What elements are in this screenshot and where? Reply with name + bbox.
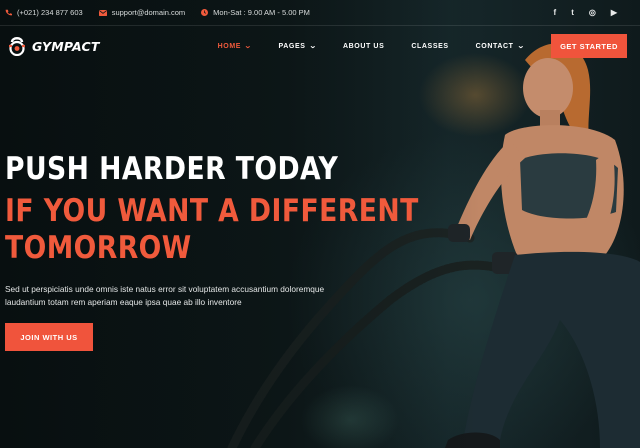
envelope-icon [98,9,107,16]
hours-info: Mon-Sat : 9.00 AM - 5.00 PM [201,8,310,17]
nav-item-home[interactable]: HOME ⌄ [217,42,253,51]
instagram-icon[interactable]: ◎ [589,8,596,17]
brand-logo[interactable]: GYMPACT [6,36,100,56]
chevron-down-icon: ⌄ [308,43,317,50]
clock-icon [201,9,209,16]
main-navigation: GYMPACT HOME ⌄ PAGES ⌄ ABOUT US CLASSES … [0,26,640,66]
nav-item-label: ABOUT US [343,42,385,50]
twitter-icon[interactable]: t [571,8,574,17]
nav-item-pages[interactable]: PAGES ⌄ [278,42,317,51]
nav-item-contact[interactable]: CONTACT ⌄ [475,42,525,51]
nav-item-label: PAGES [278,42,306,50]
nav-item-about-us[interactable]: ABOUT US [343,43,384,50]
get-started-button[interactable]: GET STARTED [551,34,627,58]
hero-description: Sed ut perspiciatis unde omnis iste natu… [5,284,325,307]
nav-menu: HOME ⌄ PAGES ⌄ ABOUT US CLASSES CONTACT … [218,34,634,58]
hours-text: Mon-Sat : 9.00 AM - 5.00 PM [213,8,310,17]
email-text: support@domain.com [111,8,186,17]
chevron-down-icon: ⌄ [516,43,525,50]
nav-item-classes[interactable]: CLASSES [411,43,448,50]
nav-item-label: CLASSES [411,42,449,50]
kettlebell-icon [9,37,25,56]
phone-icon [5,9,12,16]
phone-info[interactable]: (+021) 234 877 603 [5,8,83,17]
social-links: f t ◎ ▶ [554,8,635,17]
top-info-bar: (+021) 234 877 603 support@domain.com Mo… [0,0,640,26]
hero-headline-line-2: IF YOU WANT A DIFFERENT [5,193,419,229]
brand-name: GYMPACT [32,38,100,54]
chevron-down-icon: ⌄ [244,43,253,50]
youtube-icon[interactable]: ▶ [611,8,617,17]
nav-item-label: HOME [217,42,242,50]
join-with-us-button[interactable]: JOIN WITH US [5,323,93,351]
facebook-icon[interactable]: f [554,8,557,17]
nav-item-label: CONTACT [475,42,514,50]
email-info[interactable]: support@domain.com [98,8,186,17]
hero-headline-line-3: TOMORROW [5,230,192,266]
hero-headline-line-1: PUSH HARDER TODAY [5,151,339,187]
phone-text: (+021) 234 877 603 [17,8,83,17]
